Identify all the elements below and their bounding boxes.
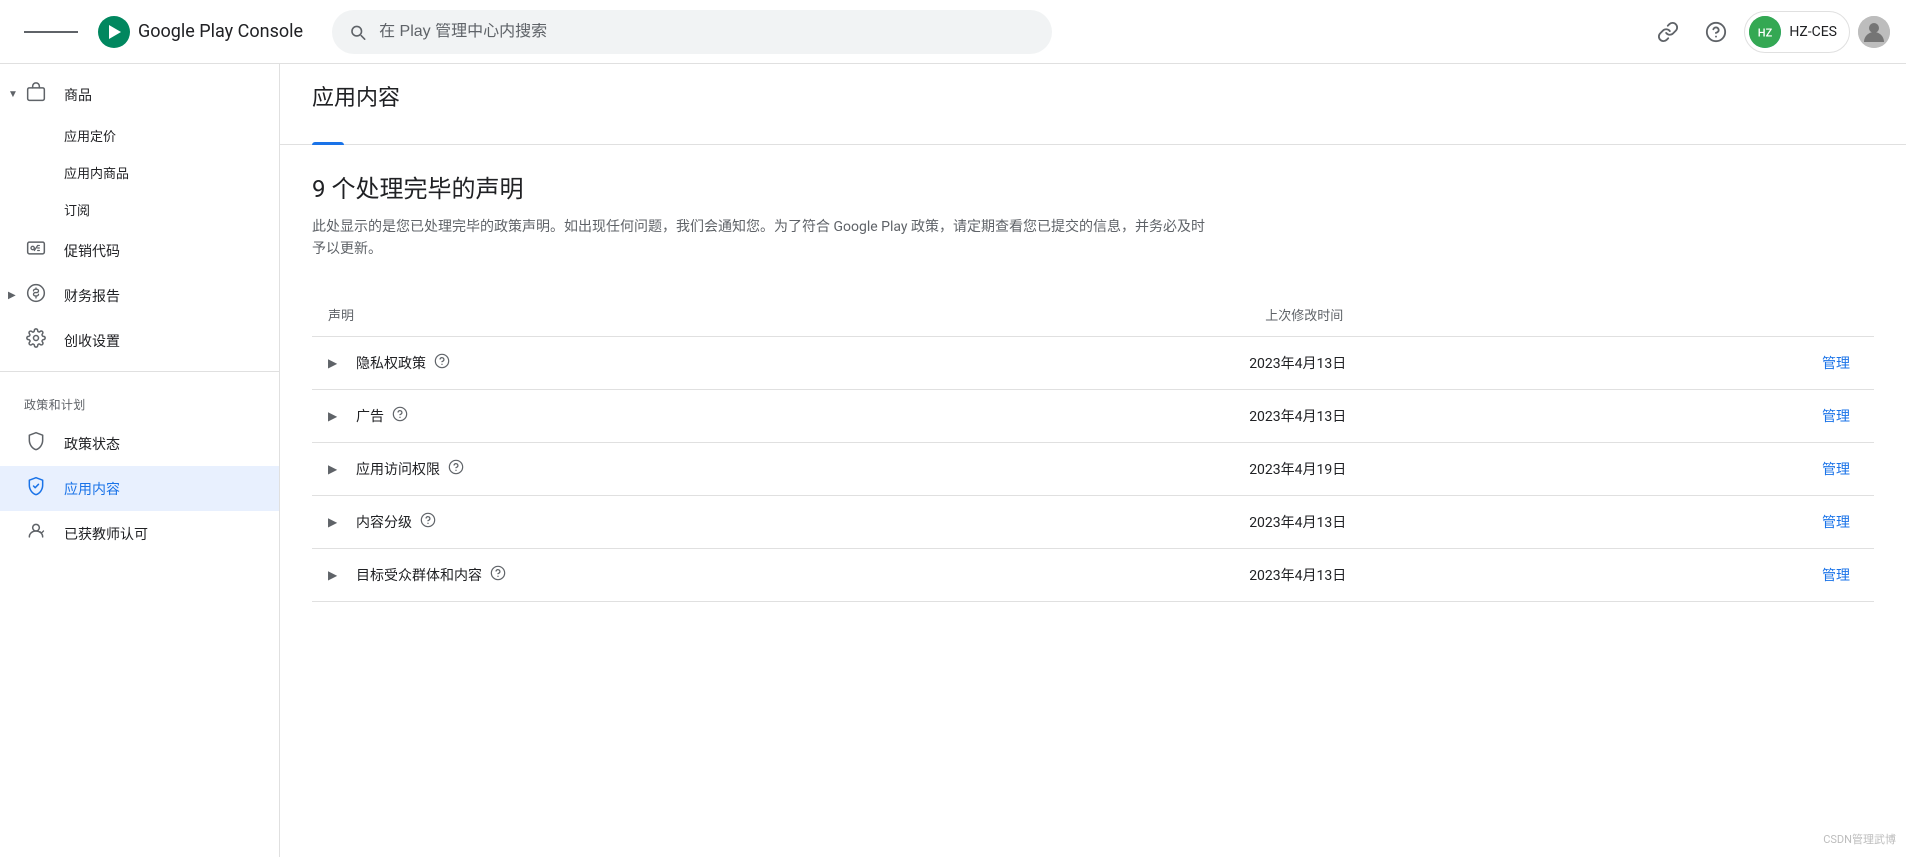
manage-ads-button[interactable]: 管理 — [1806, 398, 1866, 434]
account-chip[interactable]: HZ HZ-CES — [1744, 11, 1850, 53]
user-avatar-button[interactable] — [1858, 16, 1890, 48]
goods-icon — [24, 82, 48, 107]
promo-codes-icon — [24, 238, 48, 263]
sidebar-item-in-app-products[interactable]: 应用内商品 — [0, 154, 279, 191]
search-icon — [348, 22, 367, 42]
table-body: ▶ 隐私权政策 — [312, 336, 1874, 601]
app-title: Google Play Console — [138, 21, 303, 42]
svg-text:HZ: HZ — [1758, 26, 1773, 39]
search-input[interactable] — [379, 23, 1036, 41]
app-access-title: 应用访问权限 — [356, 459, 464, 479]
sidebar-item-goods[interactable]: ▼ 商品 — [0, 72, 279, 117]
table-header: 声明 上次修改时间 — [312, 293, 1874, 337]
content-rating-date: 2023年4月13日 — [1249, 515, 1346, 531]
header-right: HZ HZ-CES — [1648, 11, 1890, 53]
tab-other[interactable] — [344, 120, 376, 144]
sidebar-divider — [0, 371, 279, 372]
account-avatar: HZ — [1749, 16, 1781, 48]
col-action — [1640, 293, 1874, 337]
target-audience-title: 目标受众群体和内容 — [356, 565, 506, 585]
expand-ads[interactable]: ▶ — [328, 409, 348, 423]
col-modified: 上次修改时间 — [1249, 293, 1640, 337]
table-row: ▶ 隐私权政策 — [312, 336, 1874, 389]
search-bar[interactable] — [332, 10, 1052, 54]
manage-privacy-button[interactable]: 管理 — [1806, 345, 1866, 381]
link-button[interactable] — [1648, 12, 1688, 52]
ads-date: 2023年4月13日 — [1249, 409, 1346, 425]
declarations-table: 声明 上次修改时间 ▶ 隐私权政策 — [312, 293, 1874, 602]
manage-target-audience-button[interactable]: 管理 — [1806, 557, 1866, 593]
promo-codes-label: 促销代码 — [64, 241, 120, 261]
logo-area: Google Play Console — [98, 16, 303, 48]
policy-status-icon — [24, 431, 48, 456]
financial-label: 财务报告 — [64, 286, 120, 306]
table-row: ▶ 内容分级 — [312, 495, 1874, 548]
table-row: ▶ 广告 — [312, 389, 1874, 442]
sidebar-item-teacher-approved[interactable]: 已获教师认可 — [0, 511, 279, 556]
expand-privacy[interactable]: ▶ — [328, 356, 348, 370]
goods-label: 商品 — [64, 85, 92, 105]
subscriptions-label: 订阅 — [64, 200, 90, 219]
page-title: 应用内容 — [312, 86, 400, 111]
expand-app-access[interactable]: ▶ — [328, 462, 348, 476]
content-rating-help-icon[interactable] — [420, 512, 436, 532]
manage-content-rating-button[interactable]: 管理 — [1806, 504, 1866, 540]
expand-content-rating[interactable]: ▶ — [328, 515, 348, 529]
sidebar-item-app-content[interactable]: 应用内容 — [0, 466, 279, 511]
sidebar-item-financial[interactable]: ▶ 财务报告 — [0, 273, 279, 318]
app-content-icon — [24, 476, 48, 501]
policy-section-label: 政策和计划 — [0, 380, 279, 421]
ads-title: 广告 — [356, 406, 408, 426]
policy-status-label: 政策状态 — [64, 434, 120, 454]
table-row: ▶ 目标受众群体和内容 — [312, 548, 1874, 601]
link-icon — [1657, 21, 1679, 43]
in-app-products-label: 应用内商品 — [64, 163, 129, 182]
sidebar: ▼ 商品 应用定价 应用内商品 订阅 — [0, 64, 280, 857]
privacy-help-icon[interactable] — [434, 353, 450, 373]
help-icon — [1705, 21, 1727, 43]
content-area: 应用内容 9 个处理完毕的声明 此处显示的是您已处理完毕的政策声明。如出现任何问… — [280, 64, 1906, 857]
table-row: ▶ 应用访问权限 — [312, 442, 1874, 495]
teacher-approved-label: 已获教师认可 — [64, 524, 148, 544]
target-audience-date: 2023年4月13日 — [1249, 568, 1346, 584]
col-declaration: 声明 — [312, 293, 1249, 337]
main-layout: ▼ 商品 应用定价 应用内商品 订阅 — [0, 64, 1906, 857]
content-rating-title: 内容分级 — [356, 512, 436, 532]
target-audience-help-icon[interactable] — [490, 565, 506, 585]
help-button[interactable] — [1696, 12, 1736, 52]
app-content-label: 应用内容 — [64, 479, 120, 499]
sidebar-item-policy-status[interactable]: 政策状态 — [0, 421, 279, 466]
section-desc: 此处显示的是您已处理完毕的政策声明。如出现任何问题，我们会通知您。为了符合 Go… — [312, 216, 1212, 261]
financial-icon — [24, 283, 48, 308]
expand-arrow-financial: ▶ — [8, 290, 16, 301]
app-pricing-label: 应用定价 — [64, 126, 116, 145]
sidebar-item-monetization-settings[interactable]: 创收设置 — [0, 318, 279, 363]
top-header: Google Play Console — [0, 0, 1906, 64]
expand-target-audience[interactable]: ▶ — [328, 568, 348, 582]
manage-app-access-button[interactable]: 管理 — [1806, 451, 1866, 487]
header-left: Google Play Console — [16, 16, 316, 48]
account-name: HZ-CES — [1789, 24, 1837, 40]
monetization-settings-icon — [24, 328, 48, 353]
expand-arrow-goods: ▼ — [8, 89, 18, 100]
ads-help-icon[interactable] — [392, 406, 408, 426]
play-console-logo — [98, 16, 130, 48]
app-access-help-icon[interactable] — [448, 459, 464, 479]
page-header: 应用内容 — [280, 64, 1906, 112]
sidebar-item-app-pricing[interactable]: 应用定价 — [0, 117, 279, 154]
sidebar-item-subscriptions[interactable]: 订阅 — [0, 191, 279, 228]
privacy-title: 隐私权政策 — [356, 353, 450, 373]
teacher-approved-icon — [24, 521, 48, 546]
tab-bar — [280, 120, 1906, 145]
privacy-date: 2023年4月13日 — [1249, 356, 1346, 372]
sidebar-item-promo-codes[interactable]: 促销代码 — [0, 228, 279, 273]
section-title: 9 个处理完毕的声明 — [312, 169, 1874, 204]
app-access-date: 2023年4月19日 — [1249, 462, 1346, 478]
monetization-settings-label: 创收设置 — [64, 331, 120, 351]
menu-button[interactable] — [16, 21, 86, 43]
watermark: CSDN管理武博 — [1823, 831, 1896, 847]
page-content: 9 个处理完毕的声明 此处显示的是您已处理完毕的政策声明。如出现任何问题，我们会… — [280, 145, 1906, 626]
tab-completed[interactable] — [312, 120, 344, 144]
